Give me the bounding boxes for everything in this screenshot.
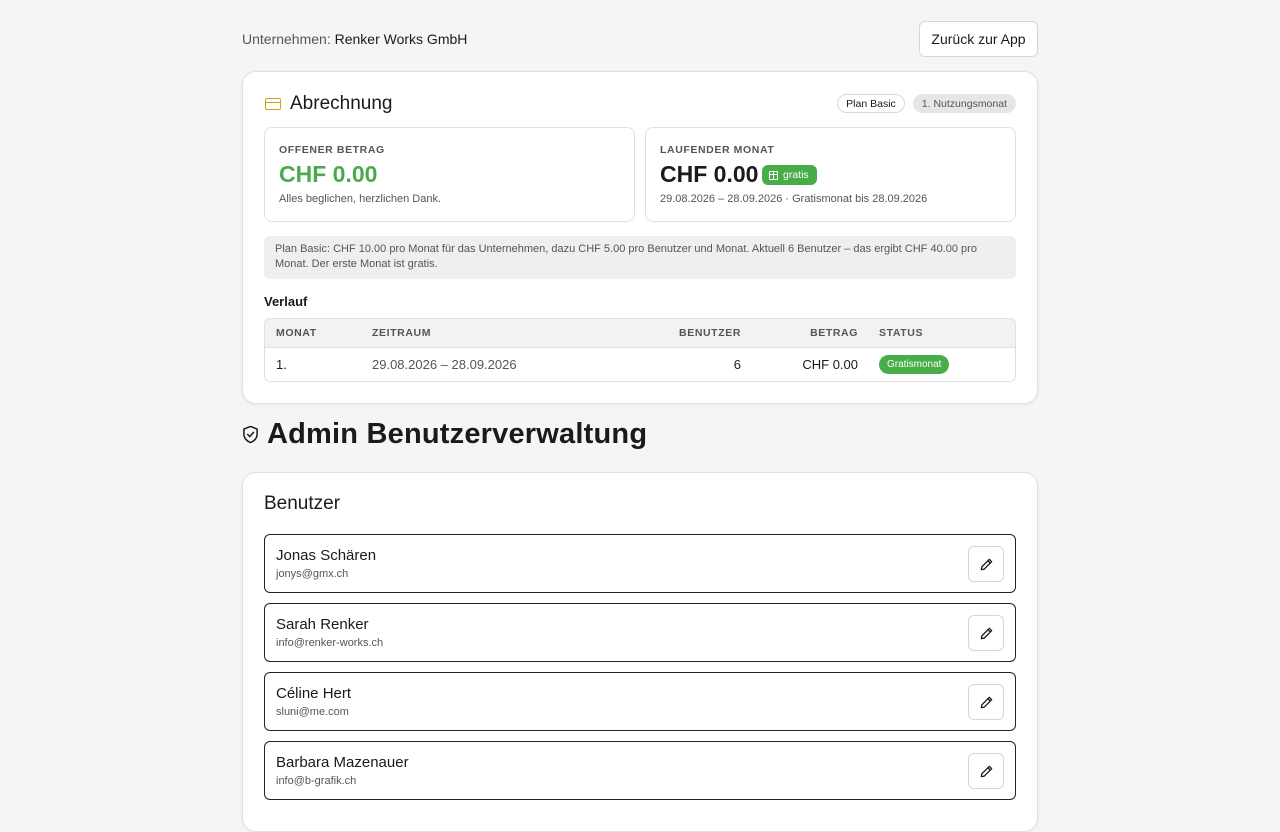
company-info: Unternehmen: Renker Works GmbH [242, 31, 467, 47]
credit-card-icon [265, 98, 281, 110]
current-month-value: CHF 0.00 [660, 161, 759, 187]
usage-month-badge: 1. Nutzungsmonat [912, 94, 1016, 113]
edit-user-button[interactable] [968, 753, 1004, 789]
user-email: info@b-grafik.ch [276, 775, 357, 787]
company-label: Unternehmen: [242, 31, 331, 47]
open-amount-box: OFFENER BETRAG CHF 0.00 Alles beglichen,… [264, 127, 635, 222]
column-header-betrag: BETRAG [810, 327, 858, 339]
column-header-benutzer: BENUTZER [679, 327, 741, 339]
current-month-box: LAUFENDER MONAT CHF 0.00 gratis 29.08.20… [645, 127, 1016, 222]
column-header-zeitraum: ZEITRAUM [372, 327, 432, 339]
history-table: MONAT ZEITRAUM BENUTZER BETRAG STATUS 1.… [264, 318, 1016, 382]
column-header-status: STATUS [879, 327, 924, 339]
user-email: sluni@me.com [276, 706, 349, 718]
column-header-monat: MONAT [276, 327, 317, 339]
plan-pills: Plan Basic 1. Nutzungsmonat [837, 94, 1016, 113]
gift-icon [769, 170, 778, 180]
user-name: Céline Hert [276, 685, 352, 702]
user-row: Jonas Schären jonys@gmx.ch [264, 534, 1016, 593]
admin-section-title: Admin Benutzerverwaltung [242, 416, 647, 452]
cell-benutzer: 6 [733, 357, 741, 372]
pencil-icon [980, 696, 992, 708]
edit-user-button[interactable] [968, 684, 1004, 720]
user-row: Céline Hert sluni@me.com [264, 672, 1016, 731]
user-email: info@renker-works.ch [276, 637, 384, 649]
gratis-badge-label: gratis [783, 169, 809, 181]
table-row: 1. 29.08.2026 – 28.09.2026 6 CHF 0.00 Gr… [265, 348, 1015, 381]
status-badge: Gratismonat [879, 355, 950, 374]
table-header: MONAT ZEITRAUM BENUTZER BETRAG STATUS [265, 319, 1015, 348]
history-title: Verlauf [264, 294, 308, 309]
users-card: Benutzer Jonas Schären jonys@gmx.ch Sara… [242, 472, 1038, 832]
pencil-icon [980, 627, 992, 639]
admin-title-text: Admin Benutzerverwaltung [267, 417, 648, 450]
edit-user-button[interactable] [968, 615, 1004, 651]
current-month-period: 29.08.2026 – 28.09.2026 · Gratismonat bi… [660, 193, 928, 205]
billing-header: Abrechnung [265, 92, 392, 116]
user-row: Barbara Mazenauer info@b-grafik.ch [264, 741, 1016, 800]
users-title: Benutzer [264, 493, 341, 514]
user-row: Sarah Renker info@renker-works.ch [264, 603, 1016, 662]
billing-title: Abrechnung [290, 93, 393, 114]
back-to-app-button[interactable]: Zurück zur App [919, 21, 1038, 57]
cell-monat: 1. [276, 357, 287, 372]
cell-betrag: CHF 0.00 [802, 357, 858, 372]
user-name: Jonas Schären [276, 547, 377, 564]
shield-check-icon [243, 425, 258, 443]
gratis-badge: gratis [762, 165, 817, 185]
top-bar: Unternehmen: Renker Works GmbH Zurück zu… [242, 21, 1038, 57]
user-email: jonys@gmx.ch [276, 568, 349, 580]
open-amount-label: OFFENER BETRAG [279, 144, 385, 156]
user-name: Sarah Renker [276, 616, 369, 633]
current-month-label: LAUFENDER MONAT [660, 144, 775, 156]
pencil-icon [980, 765, 992, 777]
billing-card: Abrechnung Plan Basic 1. Nutzungsmonat O… [242, 71, 1038, 404]
company-name: Renker Works GmbH [334, 31, 468, 47]
open-amount-note: Alles beglichen, herzlichen Dank. [279, 193, 442, 205]
plan-badge: Plan Basic [837, 94, 905, 113]
pencil-icon [980, 558, 992, 570]
plan-info-note: Plan Basic: CHF 10.00 pro Monat für das … [264, 236, 1016, 279]
open-amount-value: CHF 0.00 [279, 161, 378, 187]
user-name: Barbara Mazenauer [276, 754, 409, 771]
edit-user-button[interactable] [968, 546, 1004, 582]
cell-zeitraum: 29.08.2026 – 28.09.2026 [372, 357, 517, 372]
